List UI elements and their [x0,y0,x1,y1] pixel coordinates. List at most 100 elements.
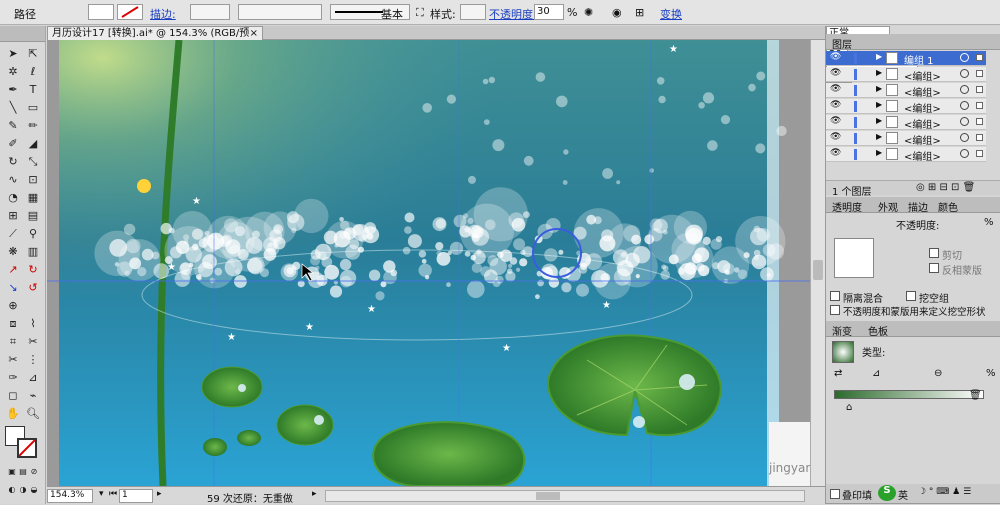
ime-toolbar-icons[interactable]: ☽ ° ⌨ ♟ ☰ [918,487,971,497]
hand-tool-icon[interactable]: ✋ [4,406,22,422]
paintbrush-icon[interactable]: ✎ [4,118,22,134]
none-mode-icon[interactable]: ⊘ [25,464,43,480]
stroke-swatch[interactable] [117,4,143,20]
blob-brush-icon[interactable]: ✐ [4,136,22,152]
knockout-checkbox[interactable] [906,291,916,301]
gradient-tool-icon[interactable]: ▤ [24,208,42,224]
opacity-thumbnail[interactable] [834,238,874,278]
layers-panel-header[interactable]: 图层 [826,34,1000,51]
opacity-input[interactable]: 30 [534,4,564,20]
blend-tool-icon[interactable]: ⚲ [24,226,42,242]
delete-stop-icon[interactable]: 🗑︎ [969,390,982,401]
horizontal-scrollbar[interactable] [325,490,805,502]
knife-icon[interactable]: ✂ [24,334,42,350]
grid-icon[interactable]: ⋮ [24,352,42,368]
scale-tool-icon[interactable]: ⤡ [24,154,42,170]
free-transform-icon[interactable]: ⊡ [24,172,42,188]
eyedropper-icon[interactable]: ⟋ [4,226,22,242]
layer-row[interactable]: 👁︎ ▶ <编组> [826,115,986,131]
visibility-eye-icon[interactable]: 👁︎ [830,84,841,94]
tab-transparency[interactable]: 透明度 [832,199,862,214]
brush-dropdown[interactable]: 基本 [330,4,410,21]
gradient-slider[interactable] [834,390,984,399]
zoom-dropdown-icon[interactable]: ▾ [99,489,104,499]
gradient-stop-icon[interactable]: ⌂ [846,402,852,413]
target-circle-icon[interactable] [960,69,969,78]
width-tool-icon[interactable]: ↗ [4,262,22,278]
scroll-thumb[interactable] [813,260,823,280]
layer-row[interactable]: 👁︎ ▶ <编组> [826,99,986,115]
visibility-eye-icon[interactable]: 👁︎ [830,132,841,142]
expand-arrow-icon[interactable]: ▶ [876,84,882,93]
target-circle-icon[interactable] [960,85,969,94]
reverse-gradient-icon[interactable]: ⇄ [834,368,842,379]
smooth-tool-icon[interactable]: ↺ [24,280,42,296]
ime-language[interactable]: 英 [898,487,908,502]
expand-arrow-icon[interactable]: ▶ [876,100,882,109]
stroke-weight-dropdown[interactable] [190,4,230,20]
selection-square[interactable] [976,134,983,141]
tab-gradient[interactable]: 渐变 [832,323,852,338]
magic-wand-icon[interactable]: ✲ [4,64,22,80]
selection-square[interactable] [976,102,983,109]
visibility-eye-icon[interactable]: 👁︎ [830,116,841,126]
tab-stroke[interactable]: 描边 [908,199,928,214]
slice-icon[interactable]: ⌇ [24,316,42,332]
scissors-icon[interactable]: ✂ [4,352,22,368]
expand-arrow-icon[interactable]: ▶ [876,52,882,61]
page-field[interactable]: 1 [119,489,153,503]
invert-mask-checkbox[interactable] [929,263,939,273]
variable-width-dropdown[interactable] [238,4,322,20]
stroke-link[interactable]: 描边: [150,6,176,22]
ime-logo-icon[interactable]: S [878,485,896,501]
overprint-checkbox[interactable] [830,489,840,499]
expand-arrow-icon[interactable]: ▶ [876,116,882,125]
type-tool-icon[interactable]: T [24,82,42,98]
globe-tool-icon[interactable]: ⊕ [4,298,22,314]
eyedropper2-icon[interactable]: ✑ [4,370,22,386]
expand-arrow-icon[interactable]: ▶ [876,148,882,157]
pen-tool-icon[interactable]: ✒ [4,82,22,98]
target-circle-icon[interactable] [960,133,969,142]
selection-tool-icon[interactable]: ➤ [4,46,22,62]
style-dropdown[interactable] [460,4,486,20]
visibility-eye-icon[interactable]: 👁︎ [830,148,841,158]
warp-tool-icon[interactable]: ∿ [4,172,22,188]
direct-select-icon[interactable]: ⇱ [24,46,42,62]
rectangle-tool-icon[interactable]: ▭ [24,100,42,116]
measure-icon[interactable]: ⊿ [24,370,42,386]
fill-swatch[interactable] [88,4,114,20]
graph-tool-icon[interactable]: ▥ [24,244,42,260]
visibility-eye-icon[interactable]: 👁︎ [830,52,841,62]
mesh-tool-icon[interactable]: ⊞ [4,208,22,224]
artboard-icon[interactable]: ⧈ [4,316,22,332]
tools-grip[interactable] [0,26,45,42]
gradient-preview[interactable] [832,341,854,363]
eraser-icon[interactable]: ◢ [24,136,42,152]
layer-actions-icon[interactable]: ◎ ⊞ ⊟ ⊡ 🗑︎ [916,182,975,193]
curve-tool-icon[interactable]: ↘ [4,280,22,296]
status-arrow-icon[interactable]: ▸ [312,489,317,499]
opacity-mask-checkbox[interactable] [830,305,840,315]
selection-square[interactable] [976,86,983,93]
selection-square[interactable] [976,70,983,77]
clip-checkbox[interactable] [929,248,939,258]
tab-appearance[interactable]: 外观 [878,199,898,214]
crop-icon[interactable]: ⌗ [4,334,22,350]
first-page-icon[interactable]: ⏮ [109,489,117,499]
expand-arrow-icon[interactable]: ▶ [876,132,882,141]
isolate-blend-checkbox[interactable] [830,291,840,301]
recolor-icon[interactable]: ✺ [584,6,593,19]
options-icon[interactable]: ⛶ [416,6,424,20]
symbol-sprayer-icon[interactable]: ❋ [4,244,22,260]
screen-mode-icon[interactable]: ◒ [25,482,43,498]
hscroll-thumb[interactable] [536,492,560,500]
tab-swatches[interactable]: 色板 [868,323,888,338]
lasso-icon[interactable]: ℓ [24,64,42,80]
selection-square[interactable] [976,150,983,157]
layer-row[interactable]: 👁︎ ▶ <编组> [826,131,986,147]
expand-arrow-icon[interactable]: ▶ [876,68,882,77]
artboard2-icon[interactable]: ◻ [4,388,22,404]
close-tab-icon[interactable]: × [250,27,258,40]
layer-row[interactable]: 👁︎ ▶ <编组> [826,83,986,99]
